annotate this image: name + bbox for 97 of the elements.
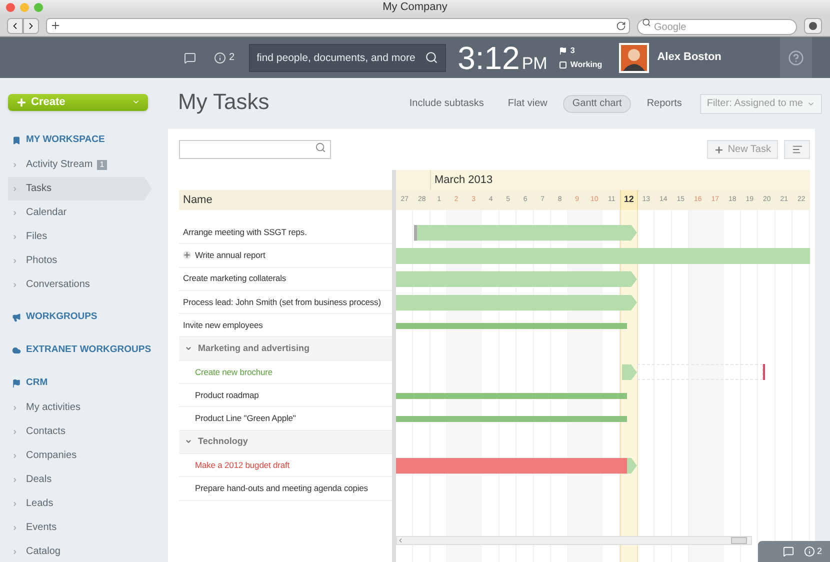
- lines-icon: [792, 144, 802, 155]
- section-heading[interactable]: MY WORKSPACE: [26, 133, 105, 148]
- clock-time: 3:12: [458, 42, 520, 74]
- header-search-field[interactable]: find people, documents, and more: [248, 44, 446, 72]
- notifications-count: 2: [816, 544, 822, 558]
- expand-icon[interactable]: [183, 251, 191, 260]
- search-icon[interactable]: [424, 50, 438, 64]
- count-badge: 1: [96, 160, 108, 170]
- zoom-icon[interactable]: [34, 3, 43, 12]
- back-button[interactable]: [7, 18, 23, 34]
- bullet-icon: [12, 404, 18, 410]
- gantt-bar[interactable]: [396, 322, 627, 329]
- sidebar-item[interactable]: Photos: [8, 248, 152, 272]
- section-heading[interactable]: EXTRANET WORKGROUPS: [26, 343, 152, 358]
- sidebar-item[interactable]: Contacts: [8, 420, 152, 444]
- page-title: My Tasks: [178, 88, 270, 116]
- bullet-icon: [12, 548, 18, 554]
- user-name[interactable]: Alex Boston: [657, 49, 722, 66]
- task-name[interactable]: Make a 2012 bugdet draft: [195, 458, 290, 472]
- work-status: Working: [570, 58, 602, 70]
- help-icon: [788, 50, 804, 66]
- window-title: My Company: [382, 2, 448, 13]
- forward-button[interactable]: [23, 18, 39, 34]
- gantt-bar[interactable]: [396, 416, 627, 422]
- group-row[interactable]: Technology: [179, 430, 392, 454]
- gantt-bar[interactable]: [396, 392, 627, 399]
- view-tab[interactable]: Include subtasks: [401, 94, 492, 112]
- clock-ampm: PM: [522, 54, 548, 72]
- search-icon[interactable]: [315, 142, 326, 152]
- list-menu-button[interactable]: [784, 140, 810, 159]
- bullet-icon: [12, 428, 18, 434]
- status-checkbox-icon[interactable]: [559, 60, 568, 68]
- task-name[interactable]: Create marketing collaterals: [183, 272, 286, 286]
- bullet-icon: [12, 282, 18, 288]
- task-name[interactable]: Write annual report: [195, 249, 266, 262]
- bullet-icon: [12, 258, 18, 264]
- bullet-icon: [12, 162, 18, 168]
- flag-icon: [12, 379, 21, 388]
- view-tab[interactable]: Flat view: [500, 94, 556, 112]
- task-name[interactable]: Prepare hand-outs and meeting agenda copies: [195, 482, 368, 495]
- section-heading[interactable]: WORKGROUPS: [26, 310, 98, 325]
- flag-icon[interactable]: [559, 46, 568, 54]
- view-tab[interactable]: Reports: [638, 94, 690, 112]
- task-name[interactable]: Invite new employees: [183, 318, 263, 332]
- megaphone-icon: [12, 313, 21, 322]
- notifications-count: 2: [229, 51, 235, 65]
- bullet-icon: [12, 476, 18, 482]
- sidebar-item[interactable]: Activity Stream 1: [8, 152, 152, 176]
- plus-icon: [16, 96, 27, 108]
- cloud-icon: [12, 346, 21, 355]
- sidebar-item[interactable]: Deals: [8, 468, 152, 492]
- chat-icon[interactable]: [782, 546, 794, 557]
- bullet-icon: [12, 234, 18, 240]
- name-column-header: Name: [179, 190, 392, 210]
- sidebar-item[interactable]: Conversations: [8, 272, 152, 296]
- close-icon[interactable]: [6, 3, 15, 12]
- deadline-marker: [763, 364, 765, 380]
- view-tab[interactable]: Gantt chart: [563, 94, 631, 112]
- sidebar-item[interactable]: Files: [8, 224, 152, 248]
- task-name[interactable]: Arrange meeting with SSGT reps.: [183, 226, 307, 239]
- bullet-icon: [12, 186, 18, 192]
- month-label: March 2013: [434, 173, 493, 188]
- notifications-icon[interactable]: [214, 52, 226, 64]
- filter-dropdown[interactable]: Filter: Assigned to me: [700, 94, 822, 114]
- sidebar-item[interactable]: Catalog: [8, 540, 152, 562]
- new-task-button[interactable]: New Task: [706, 140, 778, 159]
- flag-count: 3: [570, 44, 575, 56]
- sidebar-item[interactable]: Tasks: [8, 176, 152, 200]
- task-name[interactable]: Product Line "Green Apple": [195, 412, 296, 425]
- sidebar-item[interactable]: Companies: [8, 444, 152, 468]
- group-row[interactable]: Marketing and advertising: [179, 337, 392, 361]
- bullet-icon: [12, 524, 18, 530]
- bullet-icon: [12, 210, 18, 216]
- scroll-left-icon[interactable]: [397, 537, 404, 544]
- new-tab-icon[interactable]: [50, 20, 61, 31]
- scrollbar-thumb[interactable]: [731, 537, 747, 544]
- day-label: 12: [620, 190, 638, 210]
- bullet-icon: [12, 500, 18, 506]
- downloads-button[interactable]: [804, 18, 822, 34]
- sidebar-item[interactable]: Events: [8, 516, 152, 540]
- sidebar-item[interactable]: Leads: [8, 492, 152, 516]
- messages-icon[interactable]: [184, 52, 196, 64]
- task-name[interactable]: Process lead: John Smith (set from business process): [183, 296, 381, 308]
- sidebar-item[interactable]: Calendar: [8, 200, 152, 224]
- reload-icon[interactable]: [616, 20, 626, 30]
- task-name[interactable]: Product roadmap: [195, 388, 259, 402]
- section-heading[interactable]: CRM: [26, 376, 48, 391]
- sidebar-item[interactable]: My activities: [8, 396, 152, 420]
- plus-icon: [714, 144, 724, 154]
- user-avatar[interactable]: [619, 42, 650, 72]
- task-search-field[interactable]: [179, 140, 331, 159]
- task-name[interactable]: Create new brochure: [195, 366, 272, 378]
- gantt-bar[interactable]: [396, 458, 637, 474]
- browser-search-field[interactable]: Google: [637, 19, 797, 35]
- bullet-icon: [12, 452, 18, 458]
- bookmark-icon: [12, 136, 21, 145]
- search-icon: [642, 18, 651, 26]
